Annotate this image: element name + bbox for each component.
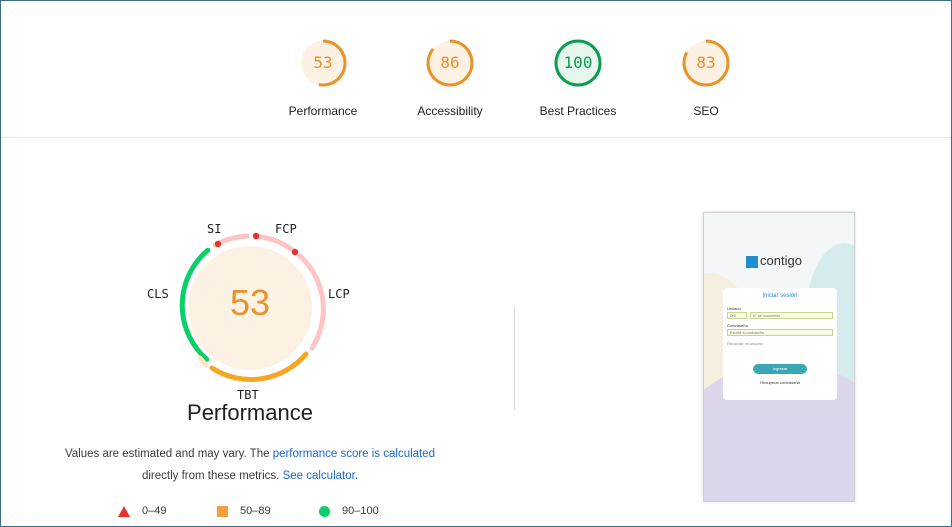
score-note: Values are estimated and may vary. The p…: [30, 443, 470, 487]
metric-label-lcp: LCP: [328, 287, 350, 301]
metric-label-cls: CLS: [147, 287, 169, 301]
legend-range: 50–89: [240, 505, 271, 517]
gauge-label: SEO: [693, 104, 719, 118]
gauge-ring: 83: [681, 38, 731, 88]
logo-text: contigo: [760, 253, 802, 268]
score-calculated-link[interactable]: performance score is calculated: [273, 448, 435, 460]
gauge-label: Best Practices: [539, 104, 617, 118]
fcp-dot: [252, 232, 260, 240]
gauge-performance[interactable]: 53 Performance: [268, 38, 378, 118]
note-text-1: Values are estimated and may vary. The: [64, 448, 273, 460]
gauge-accessibility[interactable]: 86 Accessibility: [395, 38, 505, 118]
vertical-separator: [514, 307, 515, 410]
gauge-ring: 86: [425, 38, 475, 88]
gauge-score: 86: [440, 53, 460, 72]
login-button[interactable]: Ingresar: [753, 364, 807, 374]
gauge-ring: 100: [553, 38, 603, 88]
password-label: Contraseña: [727, 323, 748, 328]
legend-range: 90–100: [342, 505, 379, 517]
circle-icon: [319, 505, 330, 517]
square-icon: [217, 505, 228, 517]
triangle-icon: [118, 505, 130, 517]
section-divider: [1, 137, 951, 138]
si-dot: [214, 240, 222, 248]
login-card: Iniciar sesión Usuario DNI N° de documen…: [723, 288, 837, 400]
gauge-score: 53: [313, 53, 333, 72]
performance-score: 53: [229, 282, 271, 323]
doc-number-input[interactable]: N° de documento: [750, 312, 833, 319]
legend-fail: 0–49: [118, 505, 166, 517]
password-input[interactable]: Escribe tu contraseña: [727, 329, 833, 336]
doc-type-select[interactable]: DNI: [727, 312, 747, 319]
gauge-label: Accessibility: [417, 104, 483, 118]
gauge-ring: 53: [298, 38, 348, 88]
legend-pass: 90–100: [319, 505, 379, 517]
note-text-2: directly from these metrics.: [141, 470, 283, 482]
logo-icon: [746, 255, 758, 268]
lcp-dot: [291, 248, 299, 256]
gauge-seo[interactable]: 83 SEO: [651, 38, 761, 118]
gauge-score: 83: [696, 53, 716, 72]
metric-label-si: SI: [207, 222, 222, 236]
legend-range: 0–49: [142, 505, 167, 517]
forgot-password-link[interactable]: Recuperar contraseña: [723, 380, 837, 385]
login-title: Iniciar sesión: [762, 293, 798, 299]
metric-label-fcp: FCP: [275, 222, 297, 236]
final-screenshot[interactable]: contigo Iniciar sesión Usuario DNI N° de…: [703, 212, 855, 502]
gauge-label: Performance: [288, 104, 358, 118]
legend-average: 50–89: [217, 505, 271, 517]
contigo-logo: contigo: [746, 253, 802, 268]
gauge-best-practices[interactable]: 100 Best Practices: [523, 38, 633, 118]
remember-checkbox[interactable]: Recordar mi usuario: [727, 341, 763, 346]
user-label: Usuario: [727, 306, 741, 311]
gauge-score: 100: [563, 53, 593, 72]
performance-title: Performance: [187, 400, 313, 425]
see-calculator-link[interactable]: See calculator.: [283, 470, 358, 482]
